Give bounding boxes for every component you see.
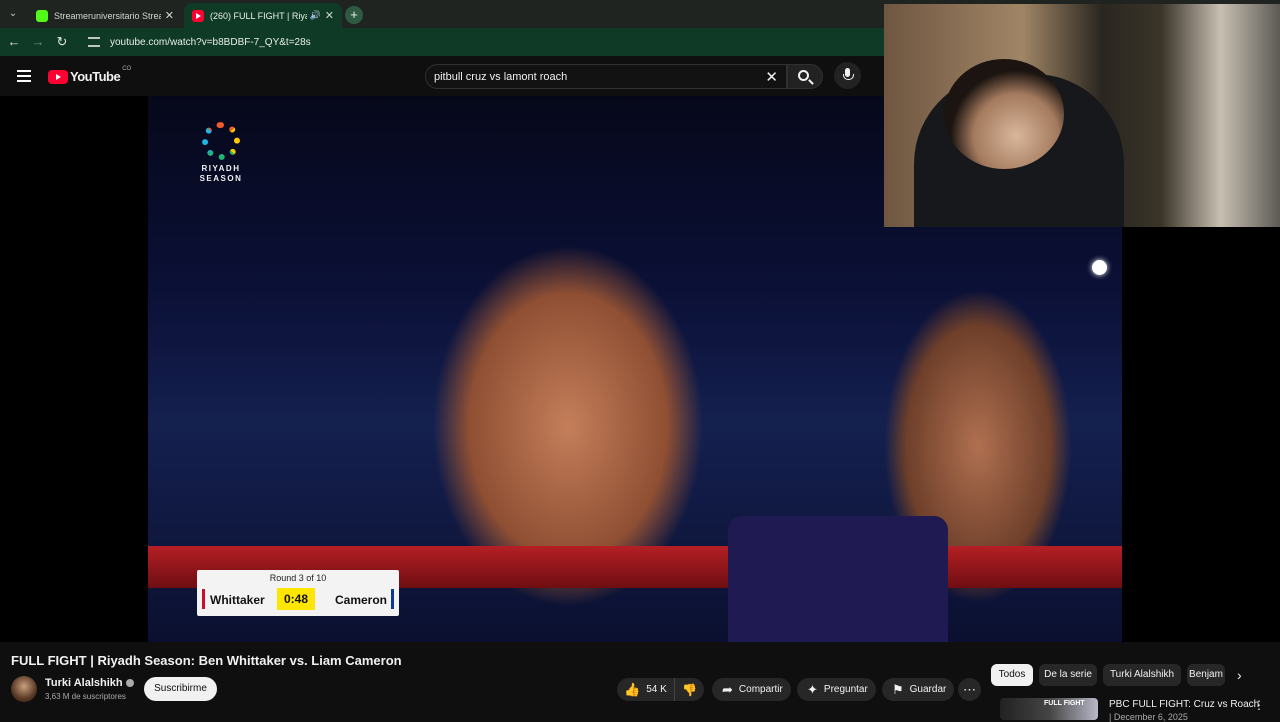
recommended-video[interactable]: FULL FIGHT PBC FULL FIGHT: Cruz vs Roach…	[1000, 696, 1280, 722]
subscribe-button[interactable]: Suscribirme	[144, 677, 217, 701]
chip-de-la-serie[interactable]: De la serie	[1039, 664, 1097, 686]
dislike-button[interactable]: 👎	[675, 683, 704, 697]
save-button[interactable]: ⚑ Guardar	[882, 678, 954, 701]
tab-title: (260) FULL FIGHT | Riyadh S	[210, 10, 307, 21]
recommended-thumbnail[interactable]: FULL FIGHT	[1000, 698, 1098, 720]
riyadh-season-ring-icon	[202, 122, 240, 160]
ask-button[interactable]: ✦ Preguntar	[797, 678, 876, 701]
reload-icon[interactable]: ↻	[54, 34, 70, 50]
chip-todos[interactable]: Todos	[991, 664, 1033, 686]
site-info-icon[interactable]	[88, 37, 100, 47]
video-title: FULL FIGHT | Riyadh Season: Ben Whittake…	[11, 653, 402, 668]
search-query-text: pitbull cruz vs lamont roach	[434, 71, 568, 83]
streamer-head	[944, 59, 1064, 169]
scorebug: Round 3 of 10 Whittaker 0:48 Cameron	[197, 570, 399, 616]
search-button[interactable]	[787, 64, 823, 89]
forward-arrow-icon[interactable]: →	[30, 34, 46, 50]
search-input[interactable]: pitbull cruz vs lamont roach ✕	[425, 64, 787, 89]
chip-turki-alalshikh[interactable]: Turki Alalshikh	[1103, 664, 1181, 686]
search-icon	[798, 70, 809, 81]
share-label: Compartir	[738, 684, 783, 695]
back-arrow-icon[interactable]: ←	[6, 34, 22, 50]
youtube-wordmark: YouTube	[70, 69, 121, 84]
close-tab-icon[interactable]: ✕	[165, 9, 174, 22]
cursor-highlight	[1092, 260, 1107, 275]
verified-icon	[125, 679, 134, 688]
subscriber-count: 3,63 M de suscriptores	[45, 692, 126, 701]
youtube-header: YouTube CO pitbull cruz vs lamont roach …	[0, 56, 884, 96]
sparkle-icon: ✦	[807, 681, 818, 697]
thumbs-up-icon: 👍	[624, 681, 641, 697]
more-actions-button[interactable]: ⋯	[958, 678, 981, 701]
kick-favicon-icon	[36, 9, 48, 22]
tab-search-icon[interactable]: ⌄	[4, 5, 22, 23]
voice-search-mic-icon[interactable]	[834, 62, 861, 89]
recommendation-chips: Todos De la serie Turki Alalshikh Benjam…	[991, 664, 1280, 686]
hamburger-menu-icon[interactable]	[17, 70, 31, 82]
logo-text-line-2: SEASON	[199, 174, 243, 183]
left-fighter-name: Whittaker	[210, 593, 265, 607]
left-flag-icon	[202, 589, 205, 609]
round-clock: 0:48	[277, 588, 315, 610]
channel-name[interactable]: Turki Alalshikh	[45, 677, 134, 689]
share-button[interactable]: ➦ Compartir	[712, 678, 791, 701]
webcam-overlay	[884, 4, 1280, 227]
logo-text-line-1: RIYADH	[201, 164, 241, 173]
close-tab-icon[interactable]: ✕	[325, 9, 334, 22]
url-field[interactable]: youtube.com/watch?v=b8BDBF-7_QY&t=28s	[80, 31, 880, 53]
more-vertical-icon[interactable]: ⋮	[1253, 698, 1265, 712]
country-code: CO	[122, 65, 132, 72]
tab-title: Streameruniversitario Stream -	[54, 10, 161, 21]
right-fighter-name: Cameron	[334, 593, 387, 607]
youtube-play-icon	[48, 69, 68, 84]
fighter-trunks	[728, 516, 948, 642]
right-flag-icon	[391, 589, 394, 609]
channel-name-text: Turki Alalshikh	[45, 677, 123, 689]
bookmark-icon: ⚑	[892, 681, 904, 697]
browser-tab-youtube[interactable]: (260) FULL FIGHT | Riyadh S 🔊 ✕	[184, 3, 342, 28]
thumbnail-label: FULL FIGHT	[1044, 700, 1085, 707]
riyadh-season-logo: RIYADH SEASON	[195, 122, 247, 184]
clear-search-icon[interactable]: ✕	[765, 68, 778, 86]
youtube-favicon-icon	[192, 9, 204, 22]
chevron-right-icon[interactable]: ›	[1237, 664, 1242, 686]
channel-avatar[interactable]	[11, 676, 37, 702]
save-label: Guardar	[909, 684, 947, 695]
like-button[interactable]: 👍 54 K	[617, 678, 675, 701]
ask-label: Preguntar	[823, 684, 868, 695]
like-dislike-group: 👍 54 K 👎	[617, 678, 704, 701]
address-bar-row: ← → ↻ youtube.com/watch?v=b8BDBF-7_QY&t=…	[0, 28, 884, 56]
chip-benjamin[interactable]: Benjam	[1187, 664, 1225, 686]
speaker-icon[interactable]: 🔊	[310, 10, 321, 21]
round-indicator: Round 3 of 10	[269, 573, 327, 583]
url-text: youtube.com/watch?v=b8BDBF-7_QY&t=28s	[110, 36, 311, 48]
browser-tab-kick[interactable]: Streameruniversitario Stream - ✕	[28, 3, 182, 28]
recommended-date: | December 6, 2025	[1109, 712, 1188, 722]
youtube-logo[interactable]: YouTube CO	[48, 65, 132, 84]
new-tab-plus-icon[interactable]: +	[345, 6, 363, 24]
share-icon: ➦	[722, 681, 733, 697]
like-count: 54 K	[646, 684, 667, 695]
more-dots-icon: ⋯	[963, 681, 976, 697]
recommended-title: PBC FULL FIGHT: Cruz vs Roach	[1109, 699, 1260, 710]
thumbs-down-icon: 👎	[682, 682, 697, 697]
